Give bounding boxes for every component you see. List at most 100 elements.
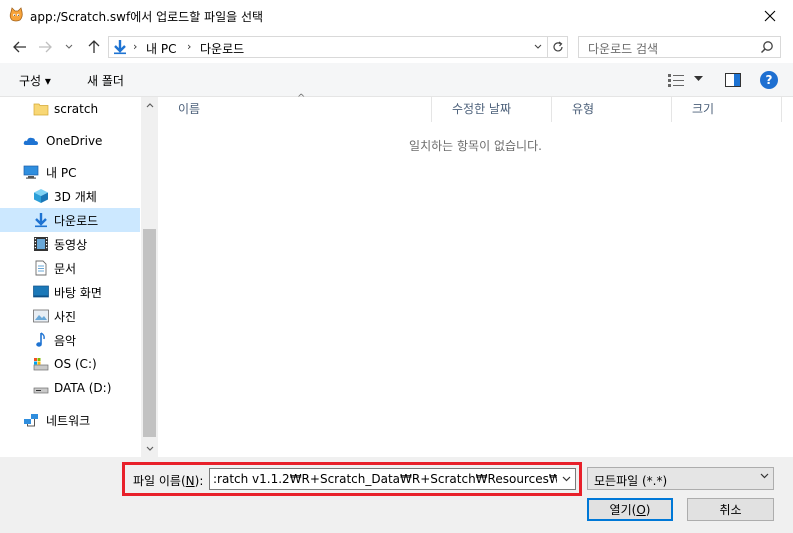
sidebar-item-scratch[interactable]: scratch <box>0 97 140 121</box>
filename-history-button[interactable] <box>557 469 575 489</box>
arrow-up-icon <box>88 40 100 53</box>
sidebar-item-documents[interactable]: 문서 <box>0 256 140 280</box>
address-history-button[interactable] <box>531 40 545 54</box>
file-list: 이름 ^ 수정한 날짜 유형 크기 일치하는 항목이 없습니다. <box>158 93 793 457</box>
help-icon[interactable]: ? <box>760 71 778 89</box>
open-button[interactable]: 열기(O) <box>587 498 673 521</box>
close-button[interactable] <box>747 0 793 31</box>
sidebar-item-onedrive[interactable]: OneDrive <box>0 129 140 153</box>
view-options-icon[interactable] <box>668 74 684 87</box>
sidebar-item-3d-objects[interactable]: 3D 개체 <box>0 184 140 208</box>
search-icon <box>760 41 773 54</box>
file-type-select[interactable]: 모든파일 (*.*) <box>587 467 774 490</box>
sidebar-item-label: OS (C:) <box>54 357 97 371</box>
new-folder-button[interactable]: 새 폴더 <box>87 72 124 89</box>
scratch-cat-icon <box>9 7 23 22</box>
sidebar-item-label: scratch <box>54 102 99 116</box>
refresh-button[interactable] <box>547 37 567 57</box>
arrow-left-icon <box>13 41 26 53</box>
scroll-up-button[interactable] <box>141 97 158 114</box>
cancel-button[interactable]: 취소 <box>687 498 774 521</box>
cloud-icon <box>23 137 38 145</box>
chevron-down-icon <box>65 44 73 49</box>
window-title: app:/Scratch.swf에서 업로드할 파일을 선택 <box>30 10 264 24</box>
chevron-down-icon[interactable] <box>694 76 703 82</box>
filename-highlight: 파일 이름(N): :ratch v1.1.2₩R+Scratch_Data₩R… <box>122 462 582 496</box>
filename-label: 파일 이름(N): <box>133 474 204 488</box>
sort-ascending-icon: ^ <box>297 93 306 104</box>
sidebar-item-desktop[interactable]: 바탕 화면 <box>0 280 140 304</box>
close-icon <box>764 10 776 21</box>
sidebar-item-pictures[interactable]: 사진 <box>0 304 140 328</box>
column-header-size[interactable]: 크기 <box>672 97 782 122</box>
sidebar-item-label: 음악 <box>54 333 77 348</box>
breadcrumb-this-pc[interactable]: 내 PC <box>146 40 176 57</box>
sidebar-item-network[interactable]: 네트워크 <box>0 408 140 432</box>
computer-icon <box>23 165 39 179</box>
cube-icon <box>34 189 48 203</box>
column-header-type[interactable]: 유형 <box>552 97 672 122</box>
address-bar[interactable]: › 내 PC › 다운로드 <box>108 36 568 58</box>
sidebar-item-label: 동영상 <box>54 237 88 252</box>
back-button[interactable] <box>10 37 30 57</box>
download-icon <box>35 213 47 228</box>
breadcrumb-downloads[interactable]: 다운로드 <box>200 40 244 57</box>
column-label: 수정한 날짜 <box>452 102 512 116</box>
column-label: 유형 <box>572 102 595 116</box>
column-label: 이름 <box>178 102 201 116</box>
column-label: 크기 <box>692 102 715 116</box>
chevron-down-icon <box>146 446 153 451</box>
refresh-icon <box>552 41 563 52</box>
chevron-down-icon <box>534 44 542 49</box>
forward-button[interactable] <box>35 37 55 57</box>
up-button[interactable] <box>84 37 104 57</box>
arrow-right-icon <box>39 41 52 53</box>
chevron-down-icon <box>760 473 769 479</box>
sidebar-item-label: 내 PC <box>46 165 77 180</box>
sidebar-item-music[interactable]: 음악 <box>0 328 140 352</box>
picture-icon <box>33 309 49 323</box>
title-bar: app:/Scratch.swf에서 업로드할 파일을 선택 <box>0 0 793 31</box>
organize-button[interactable]: 구성 ▾ <box>19 72 51 89</box>
empty-folder-message: 일치하는 항목이 없습니다. <box>409 139 542 153</box>
sidebar-item-videos[interactable]: 동영상 <box>0 232 140 256</box>
music-icon <box>36 332 45 347</box>
search-box[interactable]: 다운로드 검색 <box>578 36 781 58</box>
column-header-name[interactable]: 이름 <box>158 97 432 122</box>
document-icon <box>35 260 47 276</box>
sidebar-item-label: 3D 개체 <box>54 189 97 204</box>
video-icon <box>34 237 48 251</box>
command-bar: 구성 ▾ 새 폴더 ? <box>0 63 793 97</box>
sidebar-item-label: OneDrive <box>46 134 103 148</box>
download-icon <box>114 40 126 55</box>
scroll-thumb[interactable] <box>143 229 156 437</box>
filename-value: :ratch v1.1.2₩R+Scratch_Data₩R+Scratch₩R… <box>213 472 576 486</box>
sidebar-item-label: 바탕 화면 <box>54 285 102 300</box>
network-icon <box>24 414 38 427</box>
preview-pane-icon[interactable] <box>725 73 741 87</box>
sidebar-item-label: 사진 <box>54 309 77 324</box>
sidebar-item-os-drive[interactable]: OS (C:) <box>0 352 140 376</box>
search-placeholder: 다운로드 검색 <box>588 42 659 56</box>
sidebar-item-label: 다운로드 <box>54 213 99 228</box>
drive-icon <box>33 387 49 394</box>
chevron-up-icon <box>146 103 153 108</box>
filename-input[interactable]: :ratch v1.1.2₩R+Scratch_Data₩R+Scratch₩R… <box>209 468 576 490</box>
sidebar-scrollbar[interactable] <box>141 97 158 457</box>
breadcrumb-separator-icon: › <box>187 40 192 53</box>
sidebar-item-downloads[interactable]: 다운로드 <box>0 208 140 232</box>
file-type-value: 모든파일 (*.*) <box>594 474 668 488</box>
sidebar-item-this-pc[interactable]: 내 PC <box>0 160 140 184</box>
chevron-down-icon <box>562 476 570 482</box>
sidebar-item-label: DATA (D:) <box>54 381 112 395</box>
drive-os-icon <box>33 358 49 371</box>
scroll-down-button[interactable] <box>141 440 158 457</box>
sidebar-item-label: 문서 <box>54 261 77 276</box>
recent-locations-button[interactable] <box>62 37 76 57</box>
breadcrumb-separator-icon: › <box>133 40 138 53</box>
navigation-pane: scratch OneDrive 내 PC 3D 개체 다운로드 동영상 문서 … <box>0 97 140 457</box>
dialog-footer: 파일 이름(N): :ratch v1.1.2₩R+Scratch_Data₩R… <box>0 457 793 533</box>
desktop-icon <box>33 285 49 298</box>
sidebar-item-data-drive[interactable]: DATA (D:) <box>0 376 140 400</box>
column-header-date-modified[interactable]: 수정한 날짜 <box>432 97 552 122</box>
